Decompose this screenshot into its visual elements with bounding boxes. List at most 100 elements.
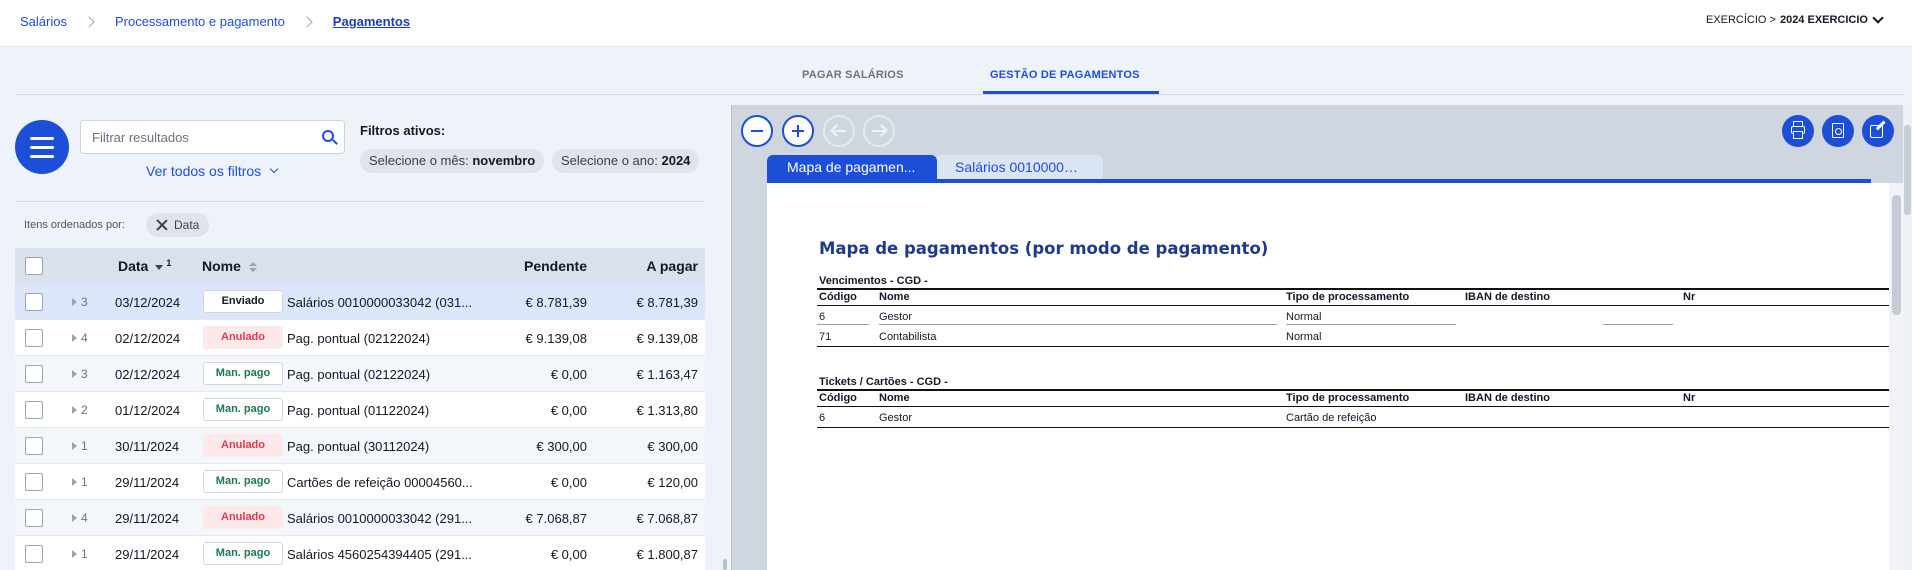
row-count: 1 [81,475,88,489]
active-filters-label: Filtros ativos: [360,123,446,138]
col-header-type: Tipo de processamento [1286,392,1410,404]
expand-icon[interactable] [72,478,77,486]
expand-icon[interactable] [72,370,77,378]
expand-icon[interactable] [72,334,77,342]
edit-button[interactable] [1862,115,1894,147]
cell-name: Gestor [879,412,913,424]
table-row[interactable]: 2 01/12/2024 Man. pago Pag. pontual (011220… [15,392,705,428]
cell-type: Cartão de refeição [1286,412,1377,424]
section-title: Tickets / Cartões - CGD - [819,376,948,388]
previous-button[interactable] [823,115,855,147]
breadcrumb-processamento[interactable]: Processamento e pagamento [115,14,285,29]
select-all-checkbox[interactable] [25,257,43,275]
row-pending: € 0,00 [550,403,587,418]
next-button[interactable] [863,115,895,147]
table-row[interactable]: 4 02/12/2024 Anulado Pag. pontual (02122024… [15,320,705,356]
tab-pagar-salarios[interactable]: PAGAR SALÁRIOS [802,69,904,81]
breadcrumb-salarios[interactable]: Salários [20,14,67,29]
table-row[interactable]: 3 02/12/2024 Man. pago Pag. pontual (021220… [15,356,705,392]
expand-icon[interactable] [72,514,77,522]
column-header-name[interactable]: Nome [202,258,257,274]
row-to-pay: € 120,00 [647,475,698,490]
row-count: 4 [81,331,88,345]
search-input[interactable] [81,121,301,153]
zoom-in-button[interactable] [782,115,814,147]
row-pending: € 0,00 [550,367,587,382]
status-badge: Man. pago [203,398,283,421]
sort-chip-data[interactable]: Data [146,213,210,237]
breadcrumb-pagamentos[interactable]: Pagamentos [333,14,410,29]
document-tabs: Salários 00100000330... Mapa de pagamen.… [767,155,1904,183]
expand-icon[interactable] [72,298,77,306]
column-date-label: Data [118,258,149,274]
filter-chip-year-value: 2024 [661,153,691,168]
filter-chip-month[interactable]: Selecione o mês: novembro [360,149,545,173]
column-header-pending[interactable]: Pendente [524,258,587,274]
row-checkbox[interactable] [25,401,43,419]
row-pending: € 7.068,87 [525,511,587,526]
table-row[interactable]: 1 29/11/2024 Man. pago Cartões de refeição … [15,464,705,500]
row-checkbox[interactable] [25,437,43,455]
sort-label: Itens ordenados por: [24,219,125,231]
header-rule [817,406,1889,407]
row-name: Cartões de refeição 00004560... [287,475,473,490]
scrollbar-thumb[interactable] [1892,195,1901,315]
row-name: Pag. pontual (02122024) [287,367,431,382]
expand-icon[interactable] [72,442,77,450]
table-row[interactable]: 1 30/11/2024 Anulado Pag. pontual (30112024… [15,428,705,464]
column-header-date[interactable]: Data 1 [118,258,171,274]
column-header-to-pay[interactable]: A pagar [646,258,698,274]
row-checkbox[interactable] [25,473,43,491]
expand-icon[interactable] [72,406,77,414]
row-checkbox[interactable] [25,329,43,347]
row-to-pay: € 300,00 [647,439,698,454]
breadcrumb: Salários Processamento e pagamento Pagam… [20,14,410,29]
row-name: Pag. pontual (30112024) [287,439,430,454]
sort-order-index: 1 [166,258,172,268]
list-scrollbar[interactable] [723,559,727,570]
filter-chip-year[interactable]: Selecione o ano: 2024 [552,149,700,173]
expand-icon[interactable] [72,550,77,558]
scrollbar-thumb[interactable] [1904,125,1911,215]
search-icon[interactable] [322,130,334,142]
row-to-pay: € 9.139,08 [636,331,698,346]
edit-icon [1870,125,1883,138]
doc-tab-mapa[interactable]: Mapa de pagamen... [767,155,937,179]
row-pending: € 0,00 [550,475,587,490]
row-pending: € 300,00 [536,439,587,454]
main-area: PAGAR SALÁRIOS GESTÃO DE PAGAMENTOS Ver … [0,47,1912,570]
row-checkbox[interactable] [25,293,43,311]
page-scrollbar[interactable] [1903,105,1912,570]
see-all-filters-link[interactable]: Ver todos os filtros [146,163,279,179]
table-row[interactable]: 1 29/11/2024 Man. pago Salários 45602543944… [15,536,705,570]
table-row[interactable]: 4 29/11/2024 Anulado Salários 0010000033042… [15,500,705,536]
exercise-selector[interactable]: EXERCÍCIO > 2024 EXERCICIO [1706,12,1884,26]
doc-tab-salarios[interactable]: Salários 00100000330... [935,155,1103,179]
col-header-code: Código [819,291,857,303]
row-to-pay: € 1.800,87 [636,547,698,562]
row-checkbox[interactable] [25,545,43,563]
row-checkbox[interactable] [25,509,43,527]
col-header-iban: IBAN de destino [1465,392,1550,404]
sort-chip-label: Data [174,218,200,232]
document-scrollbar[interactable] [1889,183,1904,570]
row-date: 29/11/2024 [115,475,180,490]
row-count: 3 [81,367,88,381]
arrow-right-icon [872,130,886,132]
close-icon[interactable] [156,219,168,231]
filter-chip-year-label: Selecione o ano: [561,153,658,168]
tab-gestao-pagamentos[interactable]: GESTÃO DE PAGAMENTOS [990,69,1140,81]
menu-button[interactable] [15,120,69,174]
chevron-right-icon [83,15,95,28]
search-box [80,120,345,154]
row-pending: € 8.781,39 [525,295,587,310]
printer-icon [1791,121,1805,139]
col-header-iban: IBAN de destino [1465,291,1550,303]
divider [15,201,705,202]
export-pdf-button[interactable] [1822,115,1854,147]
table-row[interactable]: 3 03/12/2024 Enviado Salários 0010000033042… [15,284,705,320]
print-button[interactable] [1782,115,1814,147]
zoom-out-button[interactable] [741,115,773,147]
cell-underline [1286,324,1456,325]
row-checkbox[interactable] [25,365,43,383]
